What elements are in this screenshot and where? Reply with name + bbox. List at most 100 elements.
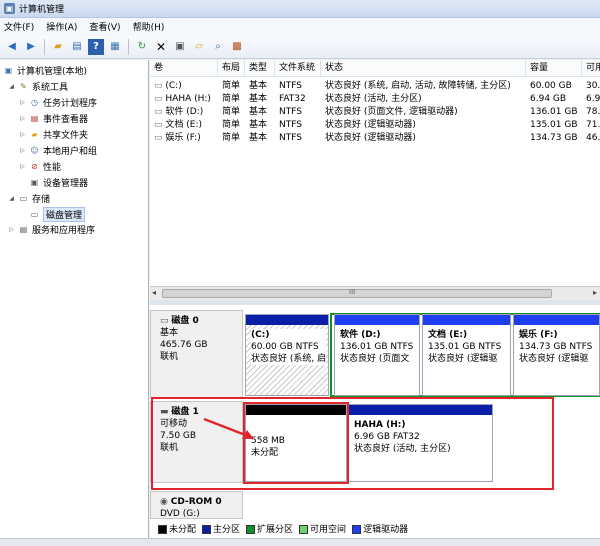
type-cell: 基本 (249, 94, 268, 104)
tree-label-disk-management: 磁盘管理 (43, 207, 86, 222)
forward-arrow-icon[interactable]: ▶ (23, 39, 39, 55)
collapsed-arrow-icon[interactable]: ▷ (8, 226, 15, 233)
tree-item-shared-folders[interactable]: ▷ ▰ 共享文件夹 (19, 128, 88, 141)
cdrom-info[interactable]: ◉ CD-ROM 0 DVD (G:) (150, 491, 243, 519)
disk-management-window: { "window": { "title": "计算机管理" }, "menu"… (0, 0, 600, 546)
partition-c-label: (C:) (251, 330, 270, 340)
services-icon: ▤ (19, 225, 28, 234)
up-folder-icon[interactable]: ▰ (50, 39, 66, 55)
tree-label-shared-folders: 共享文件夹 (43, 131, 89, 141)
logical-drive-bar (514, 315, 599, 325)
volume-name: (C:) (165, 81, 182, 91)
column-header-free[interactable]: 可用 (582, 60, 600, 77)
clock-icon: ◷ (31, 98, 38, 107)
partition-f-size: 134.73 GB NTFS (519, 342, 593, 352)
export-icon[interactable]: ▩ (229, 39, 245, 55)
open-icon[interactable]: ▱ (191, 39, 207, 55)
column-header-capacity[interactable]: 容量 (526, 60, 582, 77)
disk0-info[interactable]: ▭ 磁盘 0 基本 465.76 GB 联机 (150, 310, 243, 398)
expanded-arrow-icon[interactable]: ◢ (8, 195, 15, 202)
refresh-icon[interactable]: ↻ (134, 39, 150, 55)
collapsed-arrow-icon[interactable]: ▷ (19, 147, 26, 154)
collapsed-arrow-icon[interactable]: ▷ (19, 131, 26, 138)
column-header-type[interactable]: 类型 (245, 60, 275, 77)
legend-label: 未分配 (169, 524, 197, 535)
partition-f-label: 娱乐 (F:) (519, 330, 558, 340)
tree-item-device-manager[interactable]: ▣ 设备管理器 (29, 176, 88, 189)
partition-f[interactable]: 娱乐 (F:) 134.73 GB NTFS 状态良好 (逻辑驱 (513, 314, 600, 396)
tree-item-event-viewer[interactable]: ▷ ▤ 事件查看器 (19, 112, 88, 125)
partition-c-size: 60.00 GB NTFS (251, 342, 319, 352)
free-cell: 46. (586, 133, 600, 143)
scroll-right-icon[interactable]: ▸ (593, 288, 597, 297)
column-header-layout[interactable]: 布局 (218, 60, 245, 77)
back-arrow-icon[interactable]: ◀ (4, 39, 20, 55)
tree-label-task-scheduler: 任务计划程序 (43, 99, 98, 109)
disk-graphical-view: ▭ 磁盘 0 基本 465.76 GB 联机 (C:) 60.00 GB NTF… (150, 305, 600, 538)
partition-e-label: 文档 (E:) (428, 330, 468, 340)
scroll-thumb[interactable]: III (162, 288, 552, 298)
menu-bar: 文件(F) 操作(A) 查看(V) 帮助(H) (0, 18, 600, 35)
menu-file[interactable]: 文件(F) (4, 20, 34, 33)
tree-item-task-scheduler[interactable]: ▷ ◷ 任务计划程序 (19, 96, 97, 109)
column-header-status[interactable]: 状态 (321, 60, 526, 77)
volume-name: 软件 (D:) (165, 107, 204, 117)
disk1-highlight-box (151, 397, 554, 490)
help-icon[interactable]: ? (88, 38, 104, 55)
partition-e-text: 文档 (E:) 135.01 GB NTFS 状态良好 (逻辑驱 (428, 329, 501, 365)
volume-name-cell: ▭ 文档 (E:) (150, 119, 218, 131)
collapsed-arrow-icon[interactable]: ▷ (19, 99, 26, 106)
show-tree-icon[interactable]: ▤ (69, 39, 85, 55)
legend-swatch (352, 524, 362, 534)
layout-cell: 简单 (222, 81, 241, 91)
partition-d-status: 状态良好 (页面文 (340, 354, 410, 364)
drive-icon: ▭ (154, 133, 163, 143)
collapsed-arrow-icon[interactable]: ▷ (19, 163, 26, 170)
tree-item-system-tools[interactable]: ◢ ✎ 系统工具 (8, 80, 68, 93)
search-icon[interactable]: ⌕ (210, 39, 226, 55)
menu-view[interactable]: 查看(V) (89, 20, 120, 33)
expanded-arrow-icon[interactable]: ◢ (8, 83, 15, 90)
partition-e[interactable]: 文档 (E:) 135.01 GB NTFS 状态良好 (逻辑驱 (422, 314, 511, 396)
status-cell: 状态良好 (逻辑驱动器) (325, 133, 416, 143)
filesystem-cell: NTFS (279, 133, 302, 143)
legend-swatch (246, 524, 256, 534)
tree-item-services-apps[interactable]: ▷ ▤ 服务和应用程序 (8, 223, 95, 236)
computer-management-icon: ▣ (4, 3, 15, 14)
horizontal-scrollbar[interactable]: ◂ III ▸ (150, 286, 600, 300)
legend-swatch (299, 524, 309, 534)
logical-drive-bar (335, 315, 419, 325)
drive-icon: ▭ (154, 120, 163, 130)
tree-label-performance: 性能 (43, 163, 62, 173)
volume-list: 卷 布局 类型 文件系统 状态 容量 可用 ▭ (C:) 简单 基本 NTFS … (150, 60, 600, 286)
device-manager-icon: ▣ (30, 178, 39, 187)
tree-item-disk-management[interactable]: ▭ 磁盘管理 (29, 207, 86, 222)
legend-extended: 扩展分区 (246, 522, 293, 535)
collapsed-arrow-icon[interactable]: ▷ (19, 115, 26, 122)
menu-action[interactable]: 操作(A) (46, 20, 77, 33)
capacity-cell: 6.94 GB (530, 94, 567, 104)
disk0-type: 基本 (160, 328, 179, 338)
volume-name-cell: ▭ 娱乐 (F:) (150, 132, 218, 144)
tree-label-device-manager: 设备管理器 (43, 179, 89, 189)
cdrom-drive: DVD (G:) (160, 509, 200, 519)
tree-item-performance[interactable]: ▷ ⊘ 性能 (19, 160, 61, 173)
tree-item-root[interactable]: ▣ 计算机管理(本地) (3, 64, 87, 77)
capacity-cell: 136.01 GB (530, 107, 578, 117)
delete-icon[interactable]: ✕ (153, 39, 169, 55)
tree-item-storage[interactable]: ◢ ▭ 存储 (8, 192, 50, 205)
console-icon[interactable]: ▦ (107, 39, 123, 55)
volume-name: 文档 (E:) (165, 120, 202, 130)
column-header-filesystem[interactable]: 文件系统 (275, 60, 321, 77)
partition-f-status: 状态良好 (逻辑驱 (519, 354, 589, 364)
partition-d[interactable]: 软件 (D:) 136.01 GB NTFS 状态良好 (页面文 (334, 314, 420, 396)
tree-root-label: 计算机管理(本地) (17, 67, 88, 77)
menu-help[interactable]: 帮助(H) (133, 20, 165, 33)
disk0-state: 联机 (160, 352, 179, 362)
tree-item-local-users[interactable]: ▷ ☺ 本地用户和组 (19, 144, 97, 157)
capacity-cell: 135.01 GB (530, 120, 578, 130)
column-header-volume[interactable]: 卷 (150, 60, 218, 77)
scroll-left-icon[interactable]: ◂ (152, 288, 156, 297)
partition-c[interactable]: (C:) 60.00 GB NTFS 状态良好 (系统, 启 (245, 314, 329, 396)
properties-icon[interactable]: ▣ (172, 39, 188, 55)
